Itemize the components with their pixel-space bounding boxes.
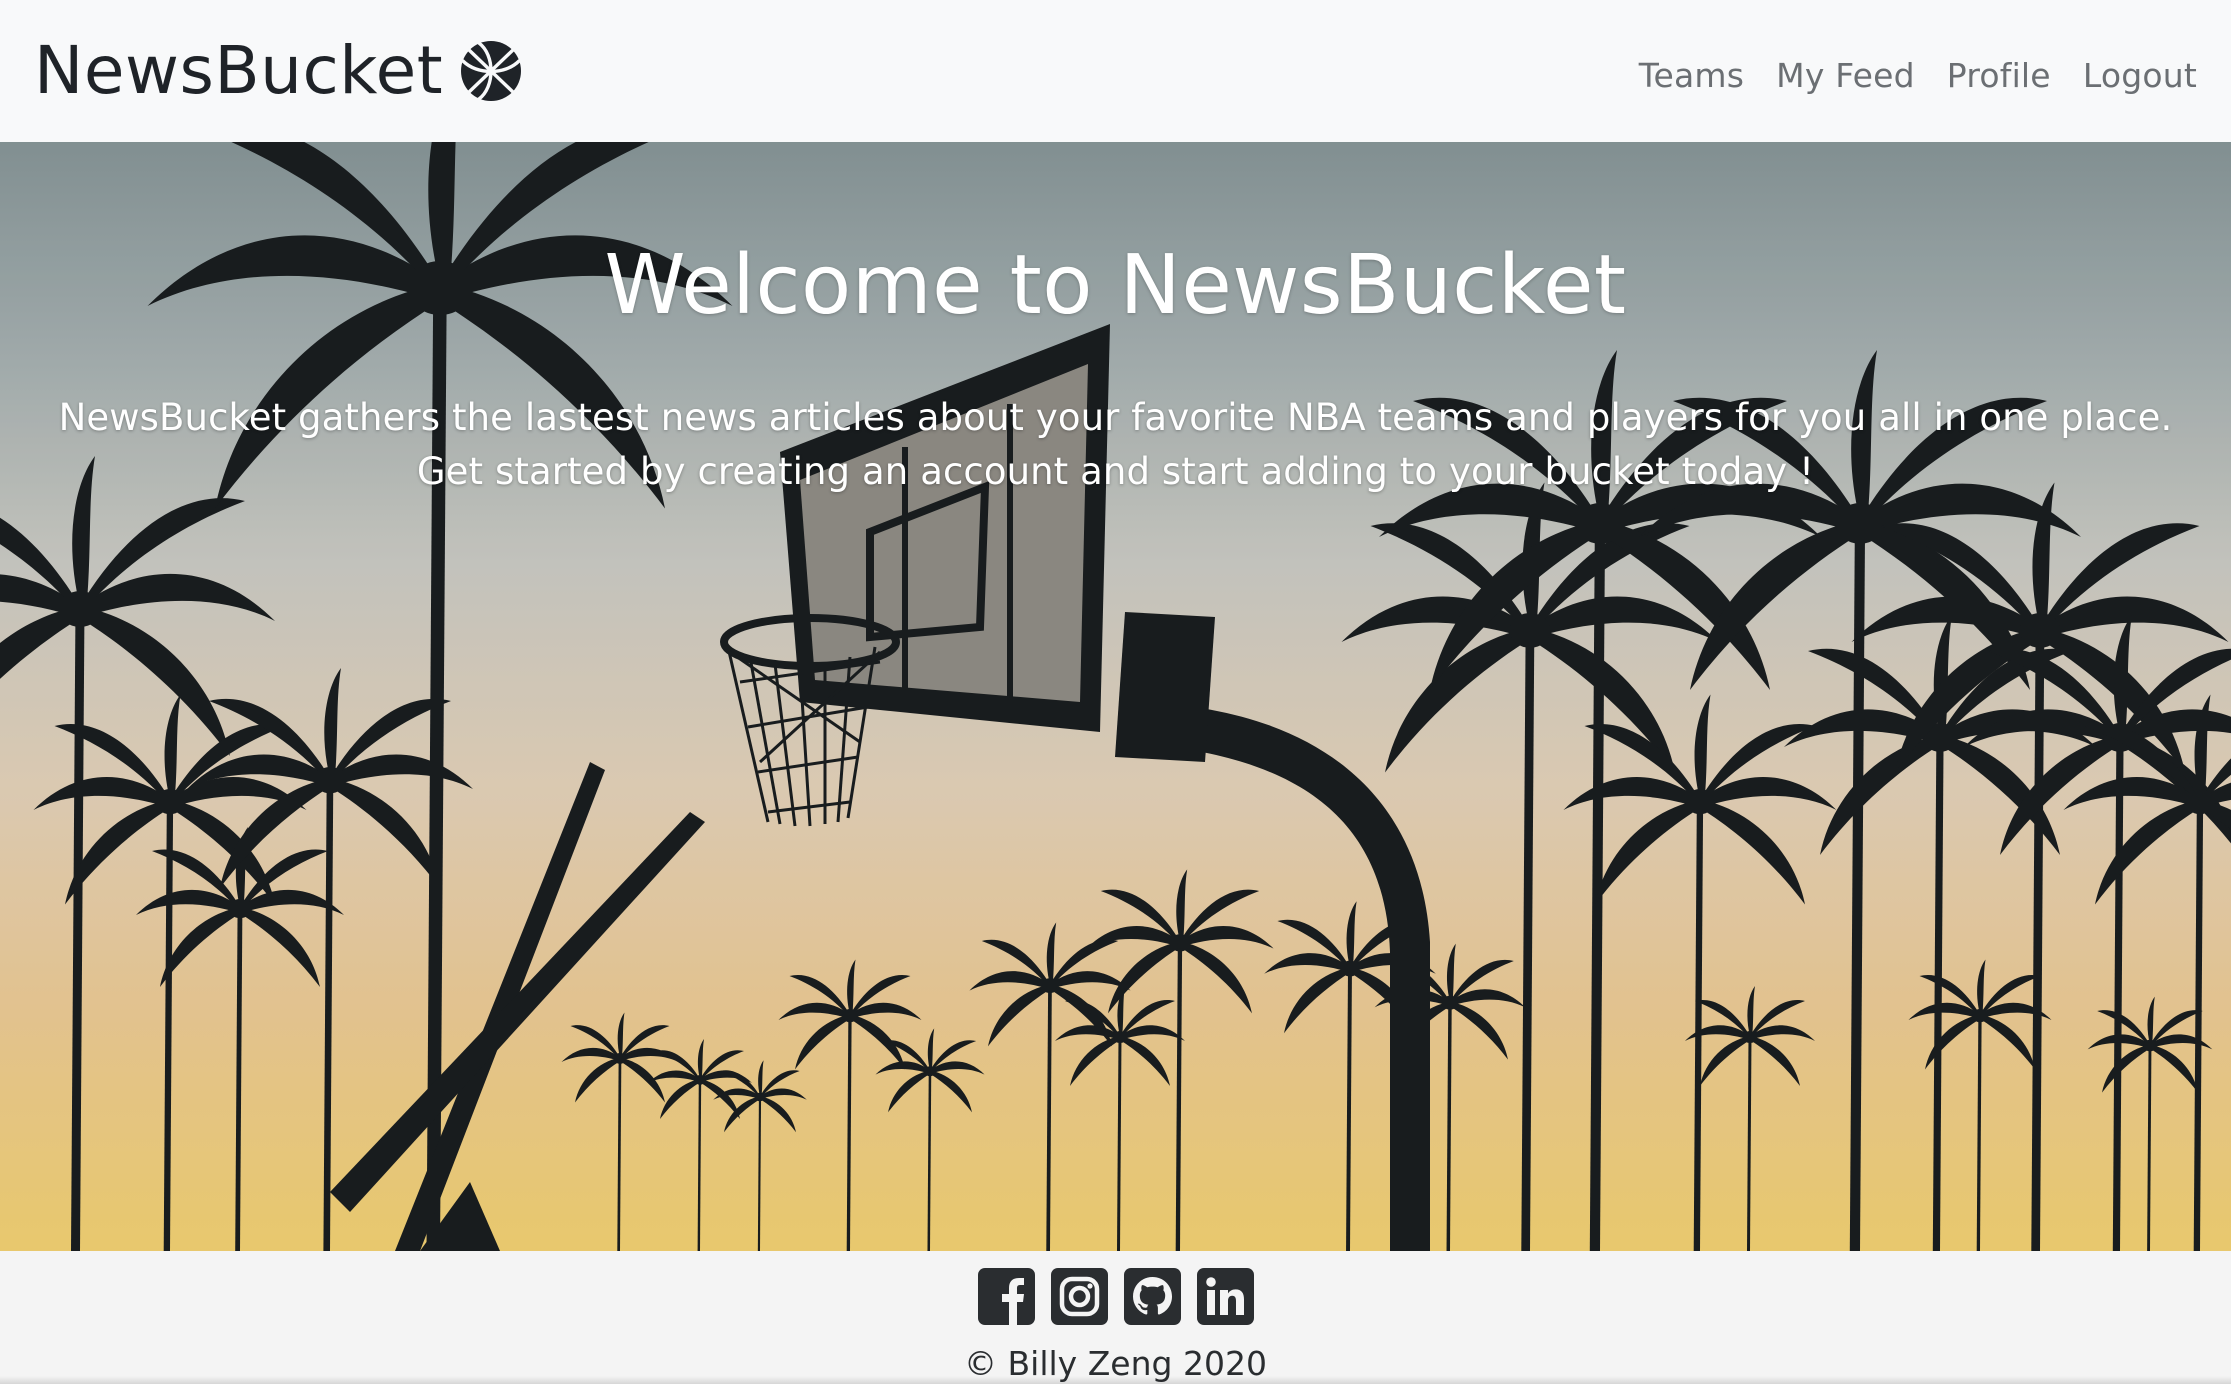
navbar: NewsBucket Teams My Feed Profile Logout [0,0,2231,142]
nav-link-my-feed[interactable]: My Feed [1760,56,1931,95]
nav-link-teams[interactable]: Teams [1623,56,1760,95]
nav-link-profile[interactable]: Profile [1931,56,2067,95]
linkedin-icon [1196,1268,1254,1325]
brand-link[interactable]: NewsBucket [34,38,523,104]
github-icon [1123,1268,1181,1325]
social-links [0,1268,2231,1325]
basketball-icon [461,41,522,101]
brand-name: NewsBucket [34,32,444,109]
instagram-icon [1050,1268,1108,1325]
hero-title: Welcome to NewsBucket [604,238,1627,333]
footer-bottom-shadow [0,1376,2231,1384]
nav-links: Teams My Feed Profile Logout [1623,56,2197,95]
github-link[interactable] [1123,1268,1181,1325]
facebook-link[interactable] [977,1268,1035,1325]
hero-section: Welcome to NewsBucket NewsBucket gathers… [0,142,2231,1251]
hero-description-line-1: NewsBucket gathers the lastest news arti… [58,396,2173,439]
hero-description-line-2: Get started by creating an account and s… [416,450,1815,493]
linkedin-link[interactable] [1196,1268,1254,1325]
footer: © Billy Zeng 2020 [0,1251,2231,1384]
nav-link-logout[interactable]: Logout [2067,56,2197,95]
facebook-icon [977,1268,1035,1325]
instagram-link[interactable] [1050,1268,1108,1325]
